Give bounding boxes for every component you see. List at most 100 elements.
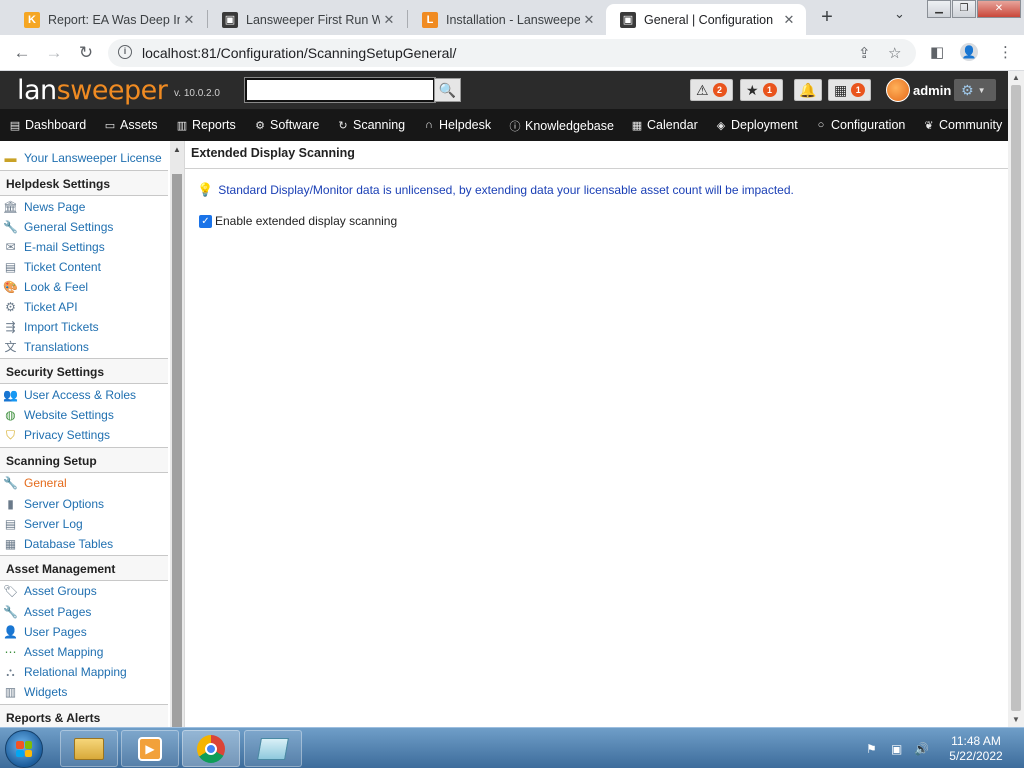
menu-community[interactable]: ❦ Community (923, 118, 1002, 132)
menu-software[interactable]: ⚙ Software (254, 118, 319, 132)
sidebar-item-general-active[interactable]: 🔧 General (0, 473, 168, 493)
sidebar-item-ticket-api[interactable]: ⚙ Ticket API (0, 297, 168, 317)
menu-configuration[interactable]: ○ Configuration (815, 118, 906, 132)
close-icon[interactable]: ✕ (580, 12, 598, 28)
menu-dashboard[interactable]: ▤ Dashboard (9, 118, 86, 132)
address-bar[interactable]: i localhost:81/Configuration/ScanningSet… (108, 39, 916, 67)
browser-toolbar: ← → ↻ i localhost:81/Configuration/Scann… (0, 35, 1024, 71)
extended-display-option[interactable]: ✓ Enable extended display scanning (199, 214, 397, 228)
browser-tab-3[interactable]: L Installation - Lansweeper ✕ (408, 4, 606, 35)
scroll-up-icon[interactable]: ▲ (1012, 73, 1020, 82)
side-panel-icon[interactable]: ◧ (930, 43, 944, 61)
calendar-button[interactable]: ▦ 1 (828, 79, 872, 101)
start-button[interactable] (5, 730, 43, 768)
sidebar-item-translations[interactable]: 文 Translations (0, 337, 168, 357)
menu-label: Knowledgebase (525, 119, 614, 133)
sidebar-item-server-log[interactable]: ▤ Server Log (0, 514, 168, 534)
taskbar-app[interactable] (244, 730, 302, 767)
license-icon: ▬ (4, 151, 17, 165)
menu-scanning[interactable]: ↻ Scanning (337, 118, 405, 132)
sidebar-item-database-tables[interactable]: ▦ Database Tables (0, 534, 168, 554)
chevron-down-icon[interactable]: ⌄ (894, 6, 905, 22)
hierarchy-icon: ⛬ (6, 665, 15, 679)
sidebar-item-website-settings[interactable]: ◍ Website Settings (0, 405, 168, 425)
favorites-button[interactable]: ★ 1 (740, 79, 783, 101)
back-arrow-icon[interactable]: ← (10, 42, 34, 64)
menu-assets[interactable]: ▭ Assets (104, 118, 158, 132)
volume-icon[interactable]: 🔊 (914, 742, 929, 756)
new-tab-icon[interactable]: + (816, 5, 838, 29)
close-icon[interactable]: ✕ (180, 12, 198, 28)
enable-extended-display-checkbox[interactable]: ✓ (199, 214, 212, 228)
sidebar-item-asset-pages[interactable]: 🔧 Asset Pages (0, 602, 168, 622)
menu-label: Scanning (353, 118, 406, 132)
page-scroll-thumb[interactable] (1011, 85, 1021, 711)
system-clock[interactable]: 11:48 AM 5/22/2022 (940, 734, 1012, 764)
notifications-button[interactable]: 🔔 (794, 79, 822, 101)
menu-calendar[interactable]: ▦ Calendar (631, 118, 698, 132)
sidebar-item-user-pages[interactable]: 👤 User Pages (0, 622, 168, 642)
kebab-menu-icon[interactable]: ⋮ (998, 43, 1013, 61)
taskbar-chrome[interactable] (182, 730, 240, 767)
sidebar-item-import-tickets[interactable]: ⇶ Import Tickets (0, 317, 168, 337)
favorites-count-badge: 1 (762, 83, 777, 97)
logo-part-1: lan (17, 75, 57, 106)
sidebar-item-relational-mapping[interactable]: ⛬ Relational Mapping (0, 662, 168, 682)
menu-knowledgebase[interactable]: ⓘ Knowledgebase (509, 118, 614, 134)
global-search-input[interactable] (245, 78, 435, 102)
sidebar-item-privacy-settings[interactable]: ⛉ Privacy Settings (0, 425, 168, 445)
sidebar-item-server-options[interactable]: ▮ Server Options (0, 494, 168, 514)
browser-tab-4-active[interactable]: ▣ General | Configuration ✕ (606, 4, 806, 35)
sidebar-item-label: News Page (24, 200, 86, 214)
sidebar-item-news-page[interactable]: 🏛 News Page (0, 197, 168, 217)
info-icon[interactable]: i (118, 45, 132, 59)
sidebar-item-license[interactable]: ▬ Your Lansweeper License (0, 148, 168, 168)
taskbar-explorer[interactable] (60, 730, 118, 767)
avatar[interactable] (886, 78, 910, 102)
menu-label: Dashboard (25, 118, 87, 132)
browser-tab-2[interactable]: ▣ Lansweeper First Run Wiz ✕ (208, 4, 406, 35)
sidebar-item-ticket-content[interactable]: ▤ Ticket Content (0, 257, 168, 277)
minimize-icon[interactable]: ▁ (927, 0, 951, 18)
sidebar-item-widgets[interactable]: ▥ Widgets (0, 682, 168, 702)
sidebar-scroll-thumb[interactable] (172, 174, 182, 737)
star-bookmark-icon[interactable]: ☆ (888, 44, 901, 62)
menu-deployment[interactable]: ◈ Deployment (715, 118, 798, 132)
restore-icon[interactable]: ❐ (952, 0, 976, 18)
profile-icon[interactable]: 👤 (960, 43, 978, 61)
scroll-down-icon[interactable]: ▼ (1012, 715, 1020, 724)
close-icon[interactable]: ✕ (380, 12, 398, 28)
package-icon: ◈ (716, 119, 726, 132)
close-window-icon[interactable]: ✕ (977, 0, 1021, 18)
browser-tab-1[interactable]: K Report: EA Was Deep In F ✕ (10, 4, 206, 35)
sidebar-item-asset-mapping[interactable]: ⋯ Asset Mapping (0, 642, 168, 662)
close-icon[interactable]: ✕ (780, 12, 798, 28)
sidebar-scrollbar[interactable]: ▲ (170, 141, 184, 737)
url-text[interactable]: localhost:81/Configuration/ScanningSetup… (142, 45, 456, 61)
scroll-up-icon[interactable]: ▲ (173, 145, 181, 154)
menu-reports[interactable]: ▥ Reports (176, 118, 236, 132)
sidebar-item-user-access[interactable]: 👥 User Access & Roles (0, 385, 168, 405)
share-icon[interactable]: ⇪ (858, 44, 871, 62)
alerts-button[interactable]: ⚠ 2 (690, 79, 733, 101)
sidebar-item-label: Website Settings (24, 408, 114, 422)
page-scrollbar[interactable]: ▲ ▼ (1008, 71, 1024, 727)
windows-logo-icon (16, 741, 32, 757)
username-label[interactable]: admin (913, 83, 951, 98)
log-icon: ▤ (4, 517, 17, 531)
checkbox-label[interactable]: Enable extended display scanning (215, 214, 397, 228)
sidebar-item-email-settings[interactable]: ✉ E-mail Settings (0, 237, 168, 257)
network-icon[interactable]: ▣ (891, 742, 902, 756)
reload-icon[interactable]: ↻ (74, 42, 98, 64)
action-center-flag-icon[interactable]: ⚑ (866, 742, 877, 756)
forward-arrow-icon[interactable]: → (42, 42, 66, 64)
search-icon[interactable]: 🔍 (434, 78, 461, 102)
database-icon: ▦ (4, 537, 17, 551)
taskbar-media-player[interactable]: ▶ (121, 730, 179, 767)
sidebar-item-general-settings[interactable]: 🔧 General Settings (0, 217, 168, 237)
menu-helpdesk[interactable]: ∩ Helpdesk (423, 118, 491, 132)
sidebar-item-asset-groups[interactable]: 🏷 Asset Groups (0, 581, 168, 601)
settings-menu-button[interactable]: ⚙ ▼ (954, 79, 996, 101)
sidebar-item-look-feel[interactable]: 🎨 Look & Feel (0, 277, 168, 297)
lansweeper-logo[interactable]: lansweeper (17, 75, 168, 106)
